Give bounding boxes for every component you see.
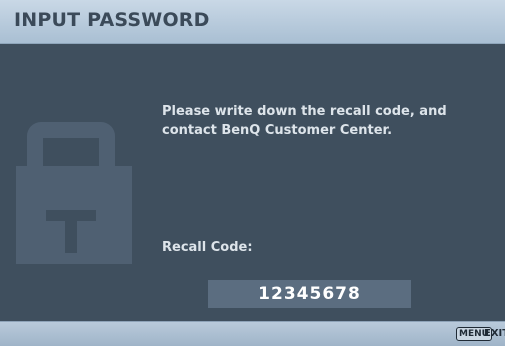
page-title: INPUT PASSWORD — [14, 9, 210, 31]
instruction-message: Please write down the recall code, and c… — [162, 104, 447, 138]
footer-bar: MENU EXIT — [0, 321, 505, 346]
main-panel: Please write down the recall code, and c… — [0, 44, 505, 321]
recall-code-value: 12345678 — [208, 280, 411, 308]
exit-label: EXIT — [484, 328, 505, 339]
title-bar: INPUT PASSWORD — [0, 0, 505, 44]
recall-code-label: Recall Code: — [162, 240, 253, 255]
lock-icon — [16, 122, 132, 264]
